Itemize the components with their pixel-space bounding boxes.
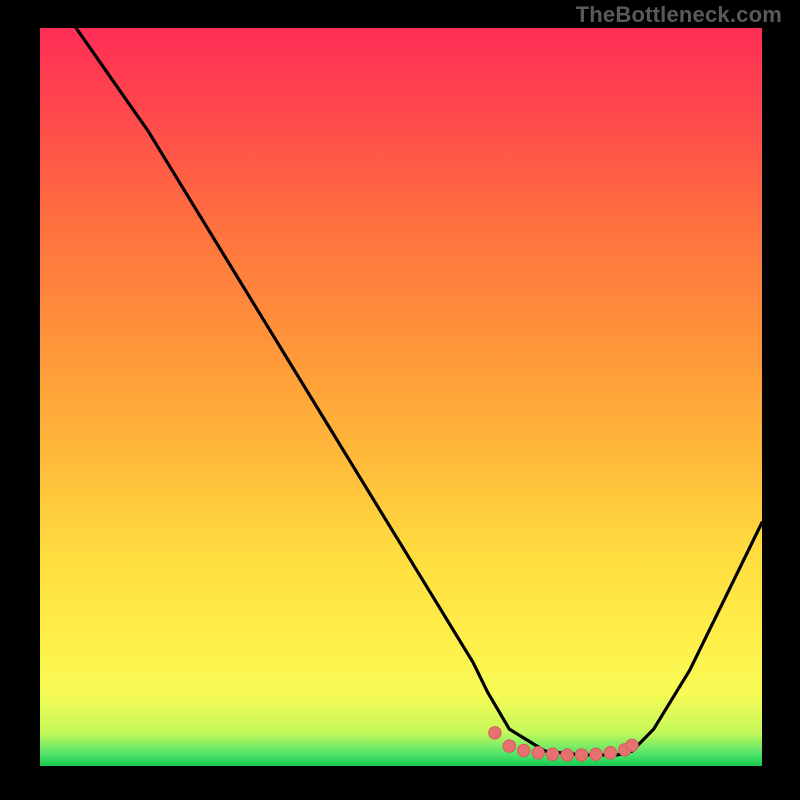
highlight-marker — [489, 727, 501, 739]
highlight-marker — [590, 748, 602, 760]
bottleneck-chart — [40, 28, 762, 766]
highlight-marker — [532, 747, 544, 759]
highlight-marker — [626, 739, 638, 751]
highlight-marker — [503, 740, 515, 752]
gradient-background — [40, 28, 762, 766]
watermark-label: TheBottleneck.com — [576, 2, 782, 28]
highlight-marker — [546, 748, 558, 760]
highlight-marker — [575, 749, 587, 761]
highlight-marker — [518, 744, 530, 756]
chart-frame: TheBottleneck.com — [0, 0, 800, 800]
highlight-marker — [561, 749, 573, 761]
plot-area — [40, 28, 762, 766]
highlight-marker — [604, 747, 616, 759]
